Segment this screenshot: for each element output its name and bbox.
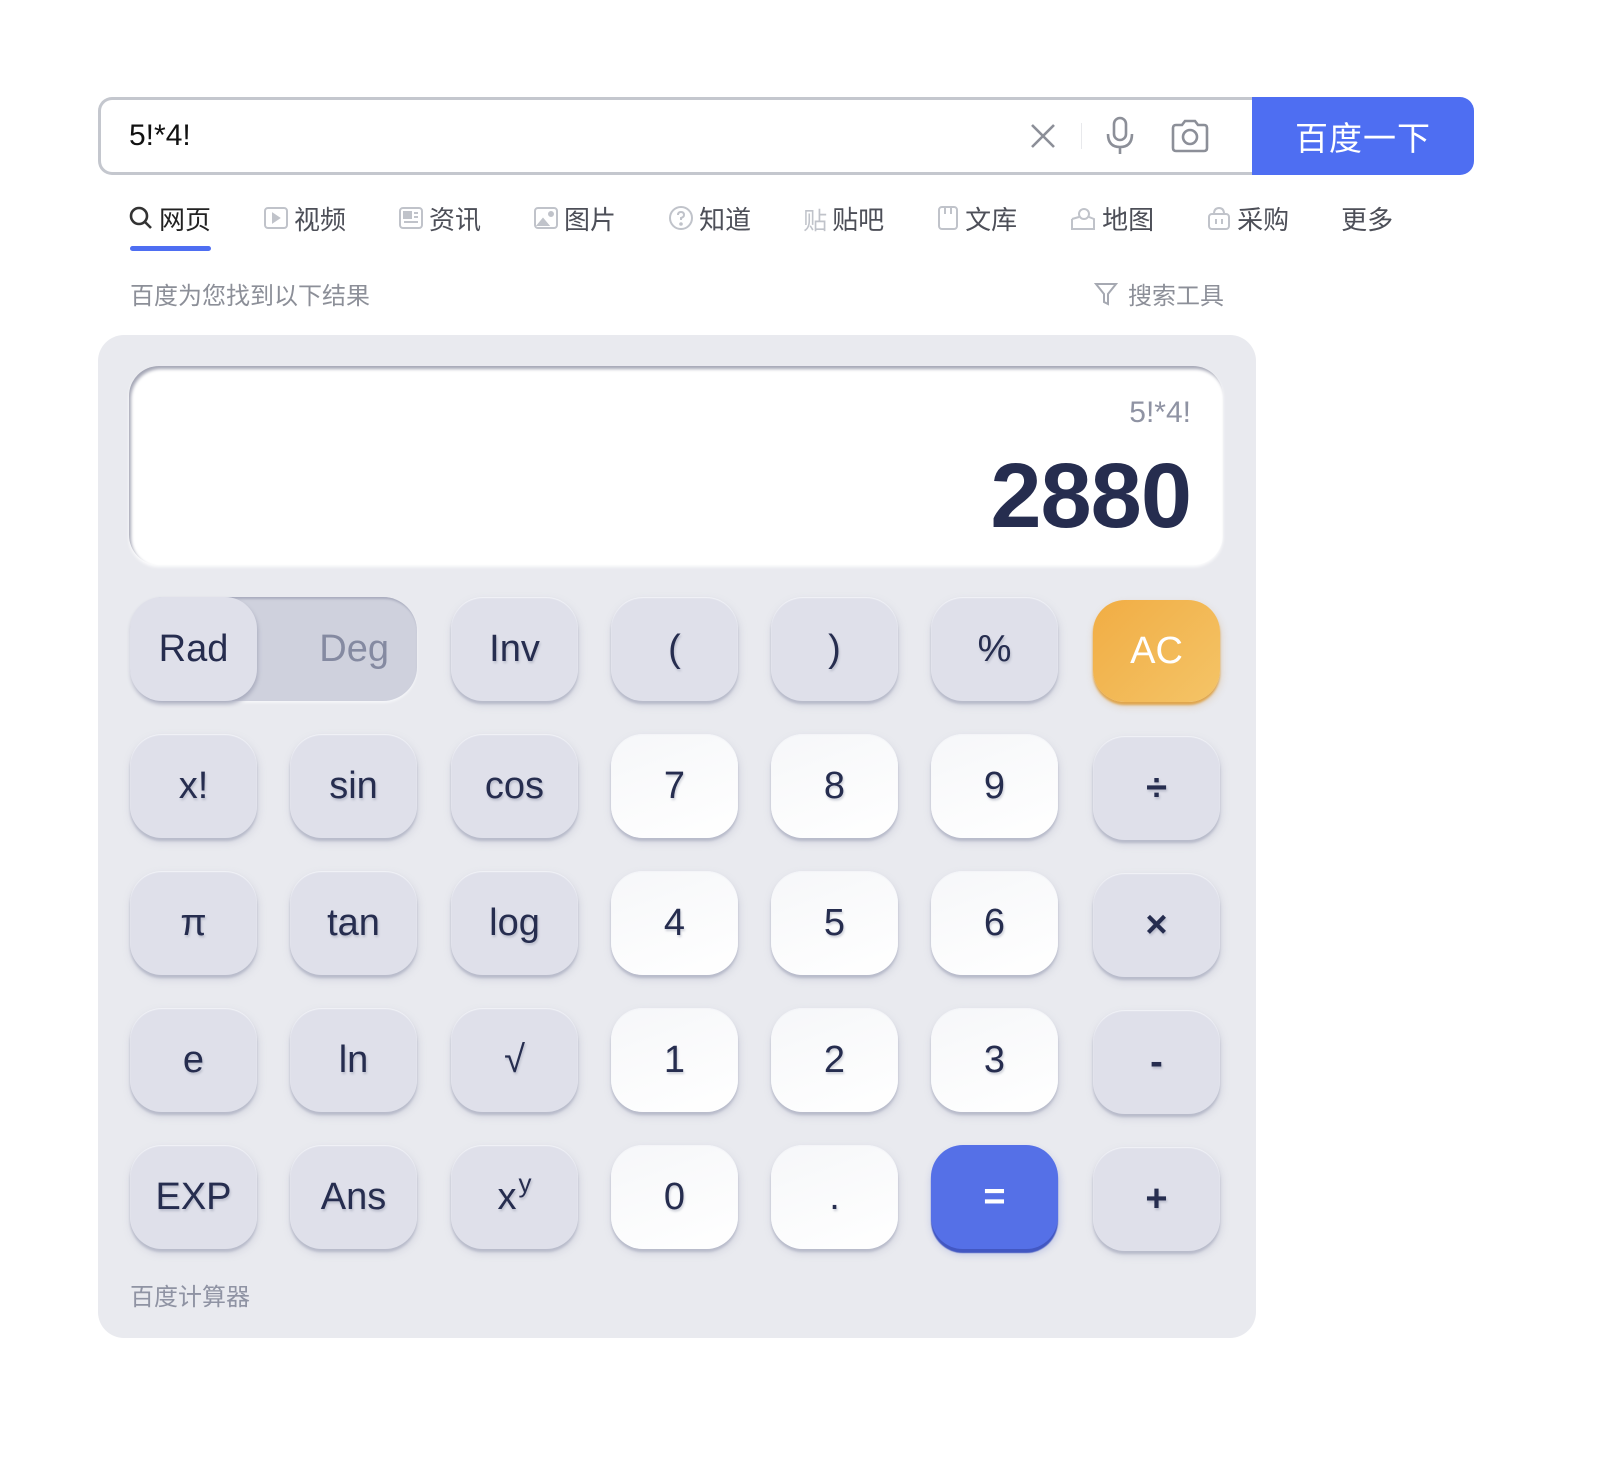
tab-label: 资讯 <box>429 205 482 236</box>
key-pi[interactable]: π <box>130 871 257 975</box>
microphone-icon[interactable] <box>1098 114 1142 158</box>
calculator-card: 5!*4! 2880 Rad Deg Inv ( ) % AC x! sin c… <box>98 335 1256 1338</box>
search-tools-button[interactable]: 搜索工具 <box>1094 276 1224 311</box>
tab-map[interactable]: 地图 <box>1069 196 1154 240</box>
key-2[interactable]: 2 <box>771 1008 898 1112</box>
power-base: x <box>497 1175 517 1218</box>
key-7[interactable]: 7 <box>611 734 738 838</box>
search-bar: 百度一下 <box>98 97 1474 175</box>
key-inv[interactable]: Inv <box>451 597 578 701</box>
tab-label: 网页 <box>159 205 212 236</box>
page: 百度一下 网页 视频 资讯 图片 知道 贴 贴吧 文库 <box>0 0 1604 1465</box>
tab-label: 采购 <box>1237 205 1290 236</box>
search-tools-label: 搜索工具 <box>1128 282 1224 310</box>
key-ln[interactable]: ln <box>290 1008 417 1112</box>
key-open-paren[interactable]: ( <box>611 597 738 701</box>
key-ac[interactable]: AC <box>1093 600 1220 702</box>
key-close-paren[interactable]: ) <box>771 597 898 701</box>
key-6[interactable]: 6 <box>931 871 1058 975</box>
image-icon <box>533 205 559 231</box>
key-4[interactable]: 4 <box>611 871 738 975</box>
power-exponent: y <box>518 1167 532 1198</box>
key-log[interactable]: log <box>451 871 578 975</box>
tab-label: 地图 <box>1102 205 1155 236</box>
deg-option[interactable]: Deg <box>319 597 389 701</box>
angle-mode-toggle[interactable]: Rad Deg <box>130 597 417 701</box>
key-equals[interactable]: = <box>931 1145 1058 1249</box>
key-ans[interactable]: Ans <box>290 1145 417 1249</box>
news-icon <box>398 205 424 231</box>
key-exp[interactable]: EXP <box>130 1145 257 1249</box>
search-icon <box>128 205 154 231</box>
key-9[interactable]: 9 <box>931 734 1058 838</box>
tab-label: 知道 <box>699 205 752 236</box>
video-icon <box>263 205 289 231</box>
results-count-text: 百度为您找到以下结果 <box>130 282 370 310</box>
camera-icon[interactable] <box>1168 114 1212 158</box>
tab-tieba[interactable]: 贴 贴吧 <box>803 196 884 240</box>
key-divide[interactable]: ÷ <box>1093 736 1220 840</box>
rad-option[interactable]: Rad <box>130 597 257 701</box>
results-info: 百度为您找到以下结果 搜索工具 <box>130 276 1224 311</box>
divider <box>1081 123 1082 149</box>
tab-label: 更多 <box>1341 205 1394 236</box>
tieba-icon: 贴 <box>803 206 828 235</box>
tab-video[interactable]: 视频 <box>263 196 346 240</box>
search-box <box>98 97 1252 175</box>
filter-icon <box>1094 282 1118 306</box>
key-1[interactable]: 1 <box>611 1008 738 1112</box>
basket-icon <box>1206 205 1232 231</box>
key-subtract[interactable]: - <box>1093 1010 1220 1114</box>
tab-more[interactable]: 更多 <box>1341 196 1393 240</box>
key-sqrt[interactable]: √ <box>451 1008 578 1112</box>
search-input[interactable] <box>101 100 961 172</box>
key-e[interactable]: e <box>130 1008 257 1112</box>
key-0[interactable]: 0 <box>611 1145 738 1249</box>
search-button[interactable]: 百度一下 <box>1252 97 1474 175</box>
key-decimal[interactable]: . <box>771 1145 898 1249</box>
tab-label: 图片 <box>564 205 617 236</box>
result-text: 2880 <box>990 445 1192 547</box>
tab-news[interactable]: 资讯 <box>398 196 481 240</box>
key-factorial[interactable]: x! <box>130 734 257 838</box>
key-sin[interactable]: sin <box>290 734 417 838</box>
tab-wenku[interactable]: 文库 <box>936 196 1017 240</box>
expression-text: 5!*4! <box>1129 396 1191 429</box>
key-cos[interactable]: cos <box>451 734 578 838</box>
tab-zhidao[interactable]: 知道 <box>668 196 751 240</box>
key-5[interactable]: 5 <box>771 871 898 975</box>
key-add[interactable]: + <box>1093 1147 1220 1251</box>
key-percent[interactable]: % <box>931 597 1058 701</box>
tab-images[interactable]: 图片 <box>533 196 616 240</box>
tab-label: 文库 <box>965 205 1018 236</box>
key-8[interactable]: 8 <box>771 734 898 838</box>
key-multiply[interactable]: × <box>1093 873 1220 977</box>
key-3[interactable]: 3 <box>931 1008 1058 1112</box>
search-tabs: 网页 视频 资讯 图片 知道 贴 贴吧 文库 地图 采购 更多 <box>128 196 1445 256</box>
map-icon <box>1069 205 1097 231</box>
key-power[interactable]: xy <box>451 1145 578 1249</box>
tab-web[interactable]: 网页 <box>128 196 212 251</box>
tab-label: 贴吧 <box>832 205 885 236</box>
tab-purchase[interactable]: 采购 <box>1206 196 1289 240</box>
key-tan[interactable]: tan <box>290 871 417 975</box>
calculator-display: 5!*4! 2880 <box>129 366 1223 565</box>
question-icon <box>668 205 694 231</box>
search-icons <box>1021 100 1212 172</box>
clear-icon[interactable] <box>1021 114 1065 158</box>
doc-icon <box>936 205 960 231</box>
tab-label: 视频 <box>294 205 347 236</box>
calculator-footer: 百度计算器 <box>130 1283 250 1311</box>
